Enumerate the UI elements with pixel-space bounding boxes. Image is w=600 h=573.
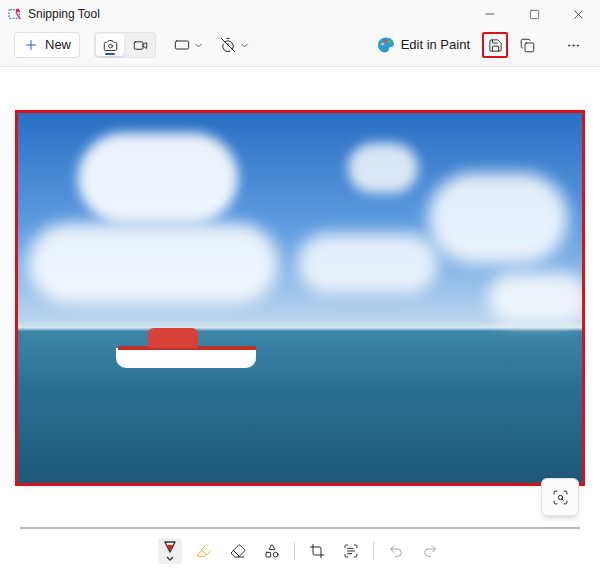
title-bar: Snipping Tool	[0, 0, 600, 28]
new-button[interactable]: New	[14, 32, 80, 58]
close-button[interactable]	[556, 0, 600, 28]
snipping-tool-window: Snipping Tool New Edit in Paint	[0, 0, 600, 573]
toolbar: New Edit in Paint	[0, 28, 600, 62]
text-actions-tool-button[interactable]	[339, 538, 363, 564]
copy-button[interactable]	[514, 32, 540, 58]
timer-off-icon	[220, 37, 236, 53]
window-title: Snipping Tool	[28, 5, 100, 23]
delay-dropdown[interactable]	[220, 37, 250, 53]
maximize-button[interactable]	[512, 0, 556, 28]
toolbar-divider	[373, 542, 374, 560]
captured-image	[15, 110, 585, 486]
pen-icon	[161, 540, 179, 562]
highlighter-tool-button[interactable]	[192, 538, 216, 564]
chevron-down-icon	[239, 40, 250, 51]
highlighter-icon	[196, 543, 212, 559]
paint-icon	[377, 36, 395, 54]
plus-icon	[23, 37, 39, 53]
redo-icon	[422, 543, 438, 559]
save-button[interactable]	[482, 32, 508, 58]
text-actions-icon	[343, 543, 359, 559]
undo-icon	[388, 543, 404, 559]
markup-toolbar	[0, 527, 600, 573]
crop-icon	[309, 543, 325, 559]
crop-tool-button[interactable]	[305, 538, 329, 564]
undo-tool-button[interactable]	[384, 538, 408, 564]
screenshot-mode-button[interactable]	[96, 34, 124, 56]
canvas	[0, 66, 600, 527]
video-icon	[133, 38, 148, 53]
shapes-tool-button[interactable]	[260, 538, 284, 564]
snipping-tool-icon	[8, 7, 22, 21]
snip-shape-dropdown[interactable]	[174, 37, 204, 53]
minimize-icon	[483, 7, 497, 21]
copy-icon	[520, 38, 535, 53]
redo-tool-button[interactable]	[418, 538, 442, 564]
edit-in-paint-button[interactable]: Edit in Paint	[373, 35, 474, 55]
visual-search-button[interactable]	[541, 478, 579, 516]
maximize-icon	[529, 9, 540, 20]
camera-icon	[103, 38, 118, 53]
close-icon	[571, 7, 586, 22]
save-icon	[488, 38, 503, 53]
eraser-tool-button[interactable]	[226, 538, 250, 564]
minimize-button[interactable]	[468, 0, 512, 28]
shapes-icon	[264, 543, 280, 559]
rectangle-icon	[174, 37, 190, 53]
visual-search-icon	[552, 489, 569, 506]
mode-toggle	[94, 32, 156, 58]
toolbar-divider	[294, 542, 295, 560]
video-mode-button[interactable]	[126, 34, 154, 56]
chevron-down-icon	[193, 40, 204, 51]
more-icon	[566, 38, 581, 53]
pen-tool-button[interactable]	[158, 538, 182, 564]
eraser-icon	[230, 543, 246, 559]
more-button[interactable]	[560, 32, 586, 58]
